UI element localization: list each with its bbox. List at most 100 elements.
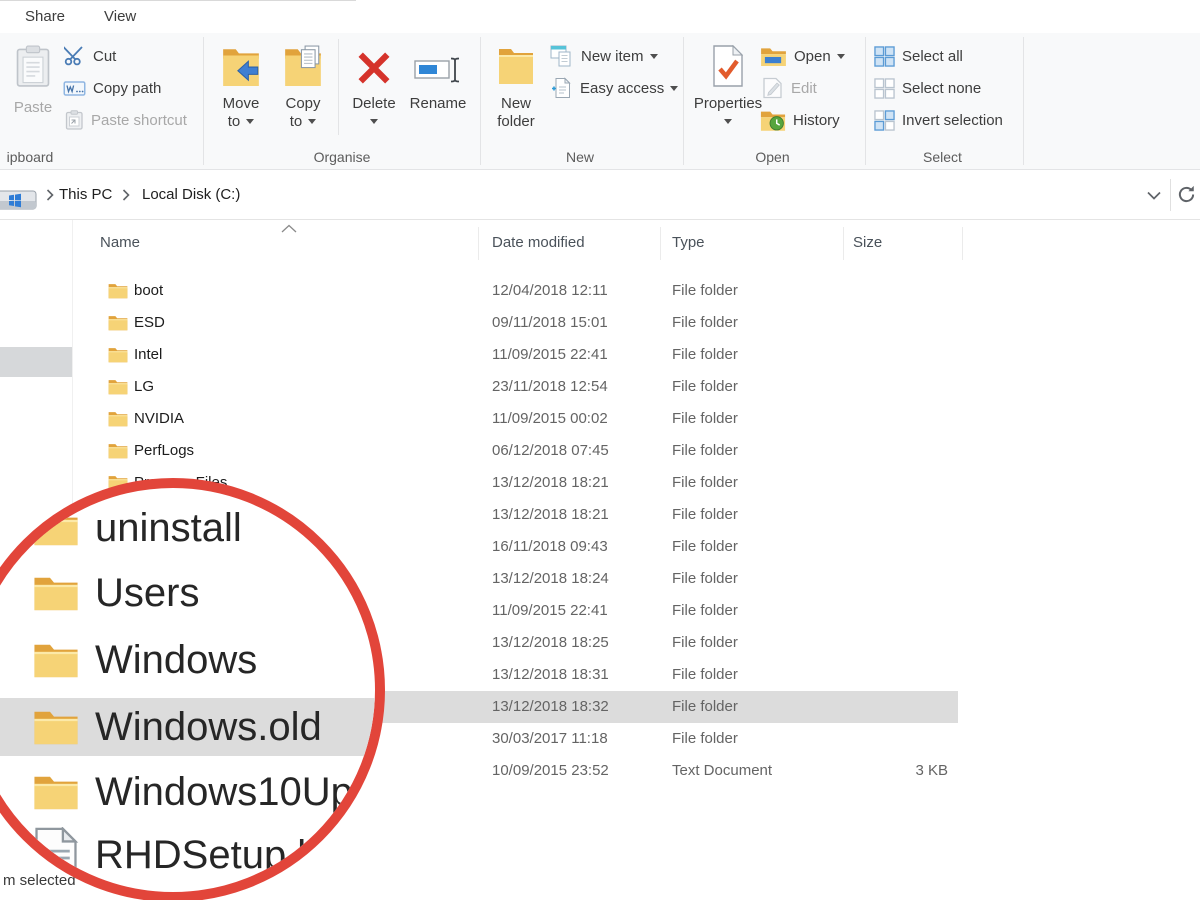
easy-access-label: Easy access xyxy=(580,80,664,97)
breadcrumb-chevron-icon[interactable] xyxy=(122,189,130,201)
column-divider[interactable] xyxy=(962,227,963,260)
table-row[interactable]: LG 23/11/2018 12:54 File folder xyxy=(72,371,958,403)
file-type: File folder xyxy=(672,442,738,459)
group-divider xyxy=(865,37,866,165)
organise-group-label: Organise xyxy=(290,149,394,165)
table-row[interactable]: Intel 11/09/2015 22:41 File folder xyxy=(72,339,958,371)
file-date: 13/12/2018 18:21 xyxy=(492,474,609,491)
file-date: 23/11/2018 12:54 xyxy=(492,378,608,395)
table-row[interactable]: PerfLogs 06/12/2018 07:45 File folder xyxy=(72,435,958,467)
file-date: 13/12/2018 18:31 xyxy=(492,666,609,683)
column-divider[interactable] xyxy=(478,227,479,260)
cut-icon xyxy=(64,46,86,66)
file-date: 13/12/2018 18:32 xyxy=(492,698,609,715)
history-label: History xyxy=(793,112,840,129)
copy-path-button[interactable]: Copy path xyxy=(63,77,161,99)
file-name: PerfLogs xyxy=(134,442,194,459)
sort-ascending-icon[interactable] xyxy=(281,224,297,233)
file-name: ESD xyxy=(134,314,165,331)
file-icon xyxy=(33,772,79,811)
magnifier-row: RHDSetup.lo xyxy=(0,826,375,884)
table-row[interactable]: boot 12/04/2018 12:11 File folder xyxy=(72,275,958,307)
table-row[interactable]: ESD 09/11/2018 15:01 File folder xyxy=(72,307,958,339)
column-header-size[interactable]: Size xyxy=(853,234,882,251)
cut-label: Cut xyxy=(93,48,116,65)
edit-label: Edit xyxy=(791,80,817,97)
address-bar[interactable]: This PC Local Disk (C:) xyxy=(0,170,1200,220)
file-type: File folder xyxy=(672,474,738,491)
open-button[interactable]: Open xyxy=(760,45,845,67)
magnifier-row: Windows10Upg xyxy=(0,763,375,821)
column-divider[interactable] xyxy=(660,227,661,260)
dropdown-caret-icon xyxy=(370,119,378,124)
file-icon xyxy=(108,346,128,363)
select-all-button[interactable]: Select all xyxy=(874,45,963,67)
file-type: File folder xyxy=(672,570,738,587)
easy-access-button[interactable]: Easy access xyxy=(551,77,678,99)
file-date: 09/11/2018 15:01 xyxy=(492,314,608,331)
file-icon xyxy=(33,508,79,547)
dropdown-caret-icon xyxy=(670,86,678,91)
dropdown-caret-icon xyxy=(837,54,845,59)
column-header-date-modified[interactable]: Date modified xyxy=(492,234,585,251)
file-name: uninstall xyxy=(95,499,242,557)
system-drive-icon xyxy=(0,185,38,215)
open-group-label: Open xyxy=(735,149,810,165)
ribbon-tab-bar: Share View xyxy=(0,1,1200,33)
file-type: File folder xyxy=(672,634,738,651)
magnifier-row: Windows xyxy=(0,631,375,689)
file-icon xyxy=(33,707,79,746)
tab-view[interactable]: View xyxy=(104,8,136,25)
file-type: File folder xyxy=(672,410,738,427)
table-row[interactable]: NVIDIA 11/09/2015 00:02 File folder xyxy=(72,403,958,435)
file-explorer-window: Share View Paste Cut Copy path Paste sho… xyxy=(0,0,1200,900)
breadcrumb-this-pc[interactable]: This PC xyxy=(59,184,112,206)
dropdown-caret-icon xyxy=(246,119,254,124)
breadcrumb-local-disk[interactable]: Local Disk (C:) xyxy=(142,184,240,206)
copy-to-icon xyxy=(284,45,322,87)
tab-share[interactable]: Share xyxy=(25,8,65,25)
magnifier-row: Users xyxy=(0,564,375,622)
paste-icon xyxy=(16,45,50,87)
file-type: File folder xyxy=(672,346,738,363)
copy-to-label-1: Copy xyxy=(264,95,342,112)
file-date: 13/12/2018 18:21 xyxy=(492,506,609,523)
properties-label: Properties xyxy=(686,95,770,112)
dropdown-caret-icon xyxy=(308,119,316,124)
select-none-label: Select none xyxy=(902,80,981,97)
invert-selection-icon xyxy=(874,110,895,131)
select-none-button[interactable]: Select none xyxy=(874,77,981,99)
file-name: Windows10Upg xyxy=(95,763,375,821)
new-item-button[interactable]: New item xyxy=(550,45,658,67)
file-icon xyxy=(108,410,128,427)
column-header-name[interactable]: Name xyxy=(100,234,140,251)
file-name: LG xyxy=(134,378,154,395)
column-header-type[interactable]: Type xyxy=(672,234,705,251)
paste-shortcut-button[interactable]: Paste shortcut xyxy=(65,109,187,131)
open-icon xyxy=(760,46,787,67)
properties-caret-line xyxy=(686,113,770,130)
nav-pane-selected-item[interactable] xyxy=(0,347,72,377)
history-button[interactable]: History xyxy=(760,109,840,131)
rename-label: Rename xyxy=(396,95,480,112)
new-folder-label-2: folder xyxy=(478,113,554,130)
move-to-icon xyxy=(222,45,260,87)
group-divider xyxy=(1023,37,1024,165)
file-date: 30/03/2017 11:18 xyxy=(492,730,608,747)
file-date: 11/09/2015 22:41 xyxy=(492,602,608,619)
file-name: boot xyxy=(134,282,163,299)
dropdown-caret-icon xyxy=(650,54,658,59)
breadcrumb-chevron-icon[interactable] xyxy=(46,189,54,201)
copy-path-icon xyxy=(63,81,86,96)
select-none-icon xyxy=(874,78,895,99)
column-divider[interactable] xyxy=(843,227,844,260)
refresh-icon[interactable] xyxy=(1176,184,1197,205)
edit-button[interactable]: Edit xyxy=(762,77,817,99)
invert-selection-button[interactable]: Invert selection xyxy=(874,109,1003,131)
new-folder-icon xyxy=(498,45,534,85)
address-dropdown-icon[interactable] xyxy=(1146,191,1162,201)
cut-button[interactable]: Cut xyxy=(64,45,116,67)
rename-icon xyxy=(414,55,462,85)
file-date: 16/11/2018 09:43 xyxy=(492,538,608,555)
file-icon xyxy=(33,640,79,679)
